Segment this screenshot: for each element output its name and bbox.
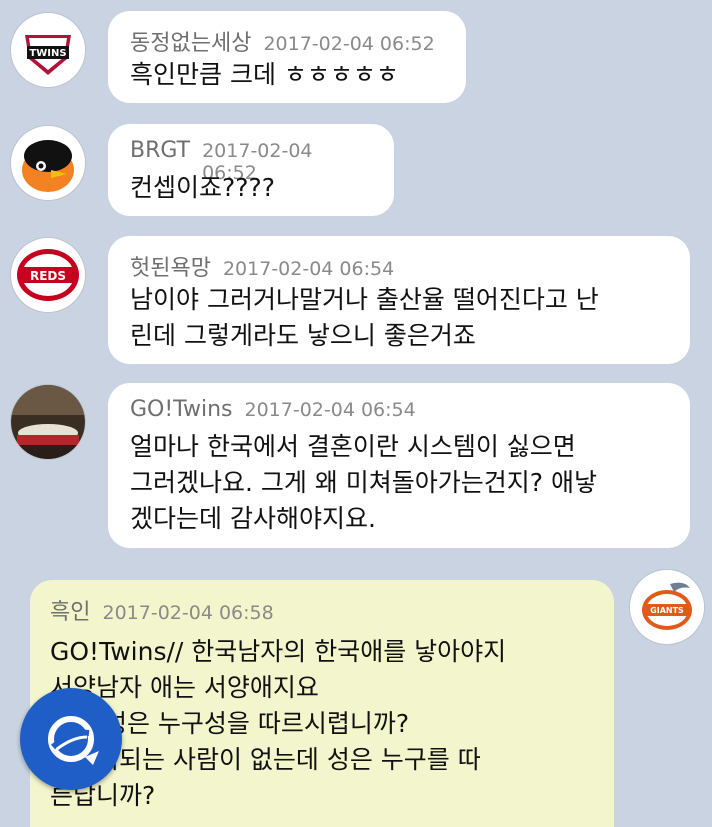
timestamp: 2017-02-04 06:54	[222, 258, 395, 280]
nickname[interactable]: 흑인	[50, 594, 90, 626]
nickname[interactable]: BRGT	[130, 138, 190, 163]
orioles-logo-icon	[11, 126, 85, 200]
svg-text:REDS: REDS	[30, 269, 66, 283]
message-bubble[interactable]: GO!Twins 2017-02-04 06:54 얼마나 한국에서 결혼이란 …	[108, 383, 690, 548]
timestamp: 2017-02-04 06:58	[102, 602, 274, 624]
message-bubble[interactable]: BRGT 2017-02-04 06:52 컨셉이죠????	[108, 124, 394, 216]
twins-logo-icon: TWINS	[11, 13, 85, 87]
avatar[interactable]: GIANTS	[630, 570, 704, 644]
timestamp: 2017-02-04 06:54	[244, 399, 416, 421]
svg-text:TWINS: TWINS	[29, 48, 66, 59]
avatar[interactable]: REDS	[11, 238, 85, 312]
avatar[interactable]: TWINS	[11, 13, 85, 87]
svg-text:GIANTS: GIANTS	[650, 606, 684, 615]
nickname[interactable]: 동정없는세상	[130, 25, 251, 57]
reds-logo-icon: REDS	[11, 238, 85, 312]
message-bubble-mine[interactable]: 흑인 2017-02-04 06:58 GO!Twins// 한국남자의 한국애…	[30, 580, 614, 827]
avatar[interactable]	[11, 385, 85, 459]
message-text: 얼마나 한국에서 결혼이란 시스템이 싫으면 그러겠나요. 그게 왜 미쳐돌아가…	[130, 432, 598, 533]
refresh-logo-icon	[48, 716, 99, 765]
message-bubble[interactable]: 동정없는세상 2017-02-04 06:52 흑인만큼 크데 ㅎㅎㅎㅎㅎ	[108, 11, 466, 103]
message-text: 남이야 그러거나말거나 출산율 떨어진다고 난 린데 그렇게라도 낳으니 좋은거…	[130, 285, 599, 350]
photo-avatar-icon	[11, 385, 85, 459]
giants-logo-icon: GIANTS	[630, 570, 704, 644]
floating-action-button[interactable]	[20, 688, 122, 790]
timestamp: 2017-02-04 06:52	[263, 33, 435, 55]
avatar[interactable]	[11, 126, 85, 200]
message-bubble[interactable]: 헛된욕망 2017-02-04 06:54 남이야 그러거나말거나 출산율 떨어…	[108, 236, 690, 364]
message-text: GO!Twins// 한국남자의 한국애를 낳아야지 서양남자 애는 서양애지요…	[50, 637, 507, 810]
nickname[interactable]: 헛된욕망	[130, 250, 211, 282]
message-text: 흑인만큼 크데 ㅎㅎㅎㅎㅎ	[130, 60, 399, 89]
nickname[interactable]: GO!Twins	[130, 397, 233, 422]
